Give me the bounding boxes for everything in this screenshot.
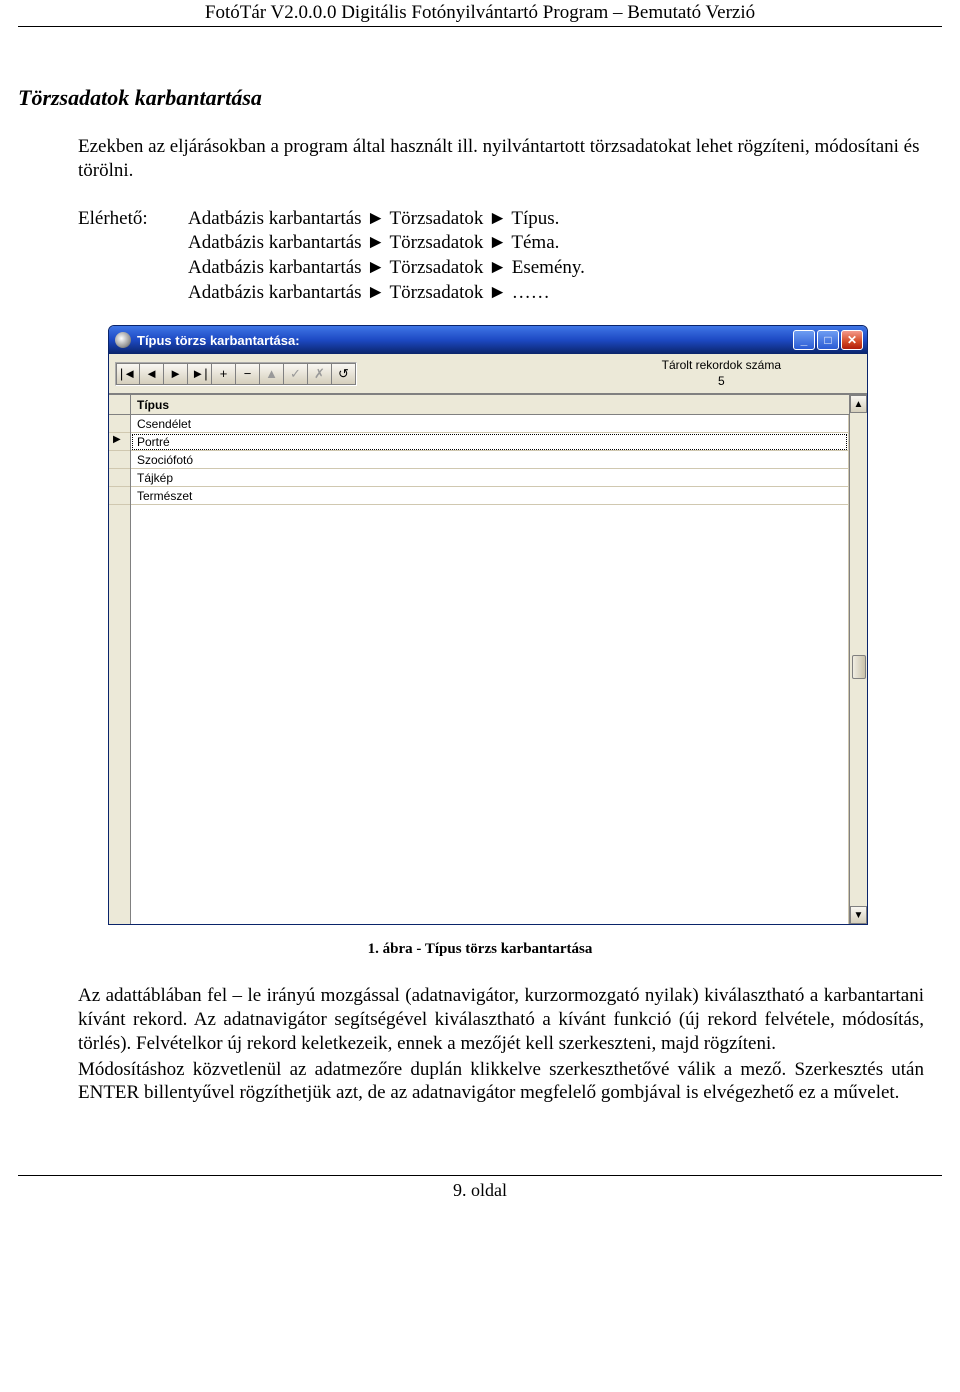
section-title: Törzsadatok karbantartása [18, 85, 942, 111]
scrollbar-thumb[interactable] [852, 655, 866, 679]
table-row[interactable]: Csendélet [131, 415, 848, 433]
nav-refresh-button[interactable]: ↺ [332, 363, 356, 385]
intro-paragraph: Ezekben az eljárásokban a program által … [78, 135, 932, 183]
nav-remove-button[interactable]: − [236, 363, 260, 385]
table-row[interactable]: Portré [131, 433, 848, 451]
menu-label: Elérhető: [78, 207, 188, 306]
page-header: FotóTár V2.0.0.0 Digitális Fotónyilvánta… [18, 2, 942, 27]
app-icon [115, 332, 131, 348]
menu-line: Adatbázis karbantartás ► Törzsadatok ► T… [188, 231, 942, 256]
window-title: Típus törzs karbantartása: [137, 333, 793, 348]
record-count-label: Tárolt rekordok száma 5 [662, 358, 781, 389]
column-header-tipus[interactable]: Típus [131, 395, 849, 415]
row-indicator-current-icon [109, 433, 130, 451]
data-grid[interactable]: Típus Csendélet Portré Szociófotó Tájkép… [109, 394, 867, 924]
row-indicator [109, 415, 130, 433]
close-button[interactable]: ✕ [841, 330, 863, 350]
menu-access-block: Elérhető: Adatbázis karbantartás ► Törzs… [78, 207, 942, 306]
menu-line: Adatbázis karbantartás ► Törzsadatok ► …… [188, 281, 942, 306]
table-row[interactable]: Szociófotó [131, 451, 848, 469]
menu-line: Adatbázis karbantartás ► Törzsadatok ► T… [188, 207, 942, 232]
table-row[interactable]: Tájkép [131, 469, 848, 487]
nav-commit-button[interactable]: ✓ [284, 363, 308, 385]
maximize-button[interactable]: □ [817, 330, 839, 350]
row-indicator [109, 487, 130, 505]
body-paragraph: Módosításhoz közvetlenül az adatmezőre d… [78, 1058, 924, 1106]
page-footer: 9. oldal [18, 1175, 942, 1201]
embedded-screenshot: Típus törzs karbantartása: _ □ ✕ |◄ ◄ ► … [108, 325, 868, 925]
navigator-toolbar: |◄ ◄ ► ►| + − ▲ ✓ ✗ ↺ Tárolt rekordok sz… [109, 354, 867, 394]
minimize-button[interactable]: _ [793, 330, 815, 350]
scroll-down-icon[interactable]: ▼ [850, 906, 867, 924]
nav-add-button[interactable]: + [212, 363, 236, 385]
nav-prev-button[interactable]: ◄ [140, 363, 164, 385]
figure-caption: 1. ábra - Típus törzs karbantartása [18, 941, 942, 958]
body-paragraph: Az adattáblában fel – le irányú mozgássa… [78, 984, 924, 1055]
scroll-up-icon[interactable]: ▲ [850, 395, 867, 413]
row-indicator [109, 451, 130, 469]
nav-edit-button[interactable]: ▲ [260, 363, 284, 385]
nav-next-button[interactable]: ► [164, 363, 188, 385]
vertical-scrollbar[interactable]: ▲ ▼ [849, 395, 867, 924]
nav-first-button[interactable]: |◄ [116, 363, 140, 385]
table-row[interactable]: Természet [131, 487, 848, 505]
window-titlebar[interactable]: Típus törzs karbantartása: _ □ ✕ [109, 326, 867, 354]
nav-cancel-button[interactable]: ✗ [308, 363, 332, 385]
nav-last-button[interactable]: ►| [188, 363, 212, 385]
menu-line: Adatbázis karbantartás ► Törzsadatok ► E… [188, 256, 942, 281]
row-indicator [109, 469, 130, 487]
